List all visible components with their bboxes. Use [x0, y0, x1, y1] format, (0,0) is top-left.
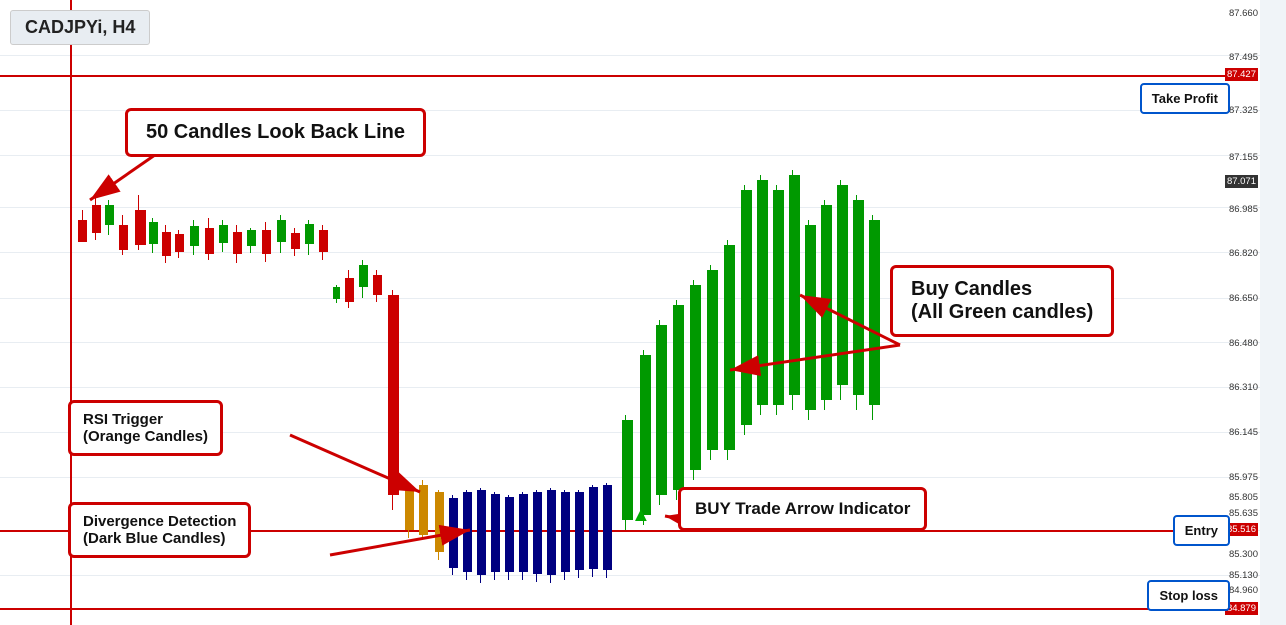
candle-body — [853, 200, 864, 395]
candle-body — [757, 180, 768, 405]
candle-body — [149, 222, 158, 244]
candle-body — [640, 355, 651, 515]
candle-body — [305, 224, 314, 244]
candle-body — [477, 490, 486, 575]
divergence-annotation: Divergence Detection (Dark Blue Candles) — [68, 502, 251, 558]
candle-body — [333, 287, 340, 299]
candle-body — [92, 205, 101, 233]
candle-body — [345, 278, 354, 302]
candle-body — [561, 492, 570, 572]
price-87325: 87.325 — [1229, 105, 1258, 116]
candle-body — [589, 487, 598, 569]
candle-body — [533, 492, 542, 574]
candle-body — [319, 230, 328, 252]
candle-body — [837, 185, 848, 385]
candle-body — [449, 498, 458, 568]
candle-body — [690, 285, 701, 470]
price-87427: 87.427 — [1225, 68, 1258, 81]
grid-line — [0, 575, 1260, 576]
candle-body — [277, 220, 286, 242]
candle-body — [741, 190, 752, 425]
candle-body — [707, 270, 718, 450]
candle-body — [724, 245, 735, 450]
price-86480: 86.480 — [1229, 338, 1258, 349]
rsi-trigger-annotation: RSI Trigger (Orange Candles) — [68, 400, 223, 456]
buy-candles-annotation: Buy Candles (All Green candles) — [890, 265, 1114, 337]
candle-body — [190, 226, 199, 246]
candle-body — [359, 265, 368, 287]
price-86310: 86.310 — [1229, 382, 1258, 393]
candle-body — [821, 205, 832, 400]
candle-body — [419, 485, 428, 535]
candle-body — [603, 485, 612, 570]
price-87495: 87.495 — [1229, 52, 1258, 63]
take-profit-label: Take Profit — [1140, 83, 1230, 114]
price-84960: 84.960 — [1229, 585, 1258, 596]
price-85300: 85.300 — [1229, 549, 1258, 560]
candle-body — [547, 490, 556, 575]
candle-body — [78, 220, 87, 242]
candle-body — [388, 295, 399, 495]
price-86820: 86.820 — [1229, 248, 1258, 259]
candle-body — [869, 220, 880, 405]
price-85975: 85.975 — [1229, 472, 1258, 483]
candle-body — [463, 492, 472, 572]
stop-loss-label: Stop loss — [1147, 580, 1230, 611]
candle-body — [519, 494, 528, 572]
candle-body — [435, 492, 444, 552]
candle-body — [373, 275, 382, 295]
candle-body — [291, 233, 300, 249]
candle-body — [219, 225, 228, 243]
candle-body — [233, 232, 242, 254]
candle-body — [175, 234, 184, 252]
price-85635: 85.635 — [1229, 508, 1258, 519]
candle-body — [205, 228, 214, 254]
symbol-label: CADJPYi, H4 — [10, 10, 150, 45]
price-87071: 87.071 — [1225, 175, 1258, 188]
candle-body — [405, 490, 414, 530]
candle-body — [656, 325, 667, 495]
candle-body — [247, 230, 256, 246]
chart-container: ▲ — [0, 0, 1260, 625]
take-profit-line — [0, 75, 1240, 77]
grid-line — [0, 252, 1260, 253]
price-87660: 87.660 — [1229, 8, 1258, 19]
candle-body — [262, 230, 271, 254]
price-86145: 86.145 — [1229, 427, 1258, 438]
price-87155: 87.155 — [1229, 152, 1258, 163]
candle-body — [491, 494, 500, 572]
candle-body — [119, 225, 128, 250]
buy-arrow-indicator: ▲ — [631, 504, 651, 527]
candle-body — [135, 210, 146, 245]
price-86650: 86.650 — [1229, 293, 1258, 304]
candle-body — [773, 190, 784, 405]
grid-line — [0, 55, 1260, 56]
buy-trade-arrow-annotation: BUY Trade Arrow Indicator — [678, 487, 927, 531]
candle-body — [673, 305, 684, 490]
grid-line — [0, 342, 1260, 343]
grid-line — [0, 207, 1260, 208]
price-85805: 85.805 — [1229, 492, 1258, 503]
candle-body — [575, 492, 584, 570]
entry-label: Entry — [1173, 515, 1230, 546]
candle-body — [805, 225, 816, 410]
candle-body — [789, 175, 800, 395]
price-85130: 85.130 — [1229, 570, 1258, 581]
candle-body — [162, 232, 171, 256]
price-86985: 86.985 — [1229, 204, 1258, 215]
candle-body — [105, 205, 114, 225]
lookback-annotation: 50 Candles Look Back Line — [125, 108, 426, 157]
stop-loss-line — [0, 608, 1240, 610]
candle-body — [505, 497, 514, 572]
grid-line — [0, 387, 1260, 388]
